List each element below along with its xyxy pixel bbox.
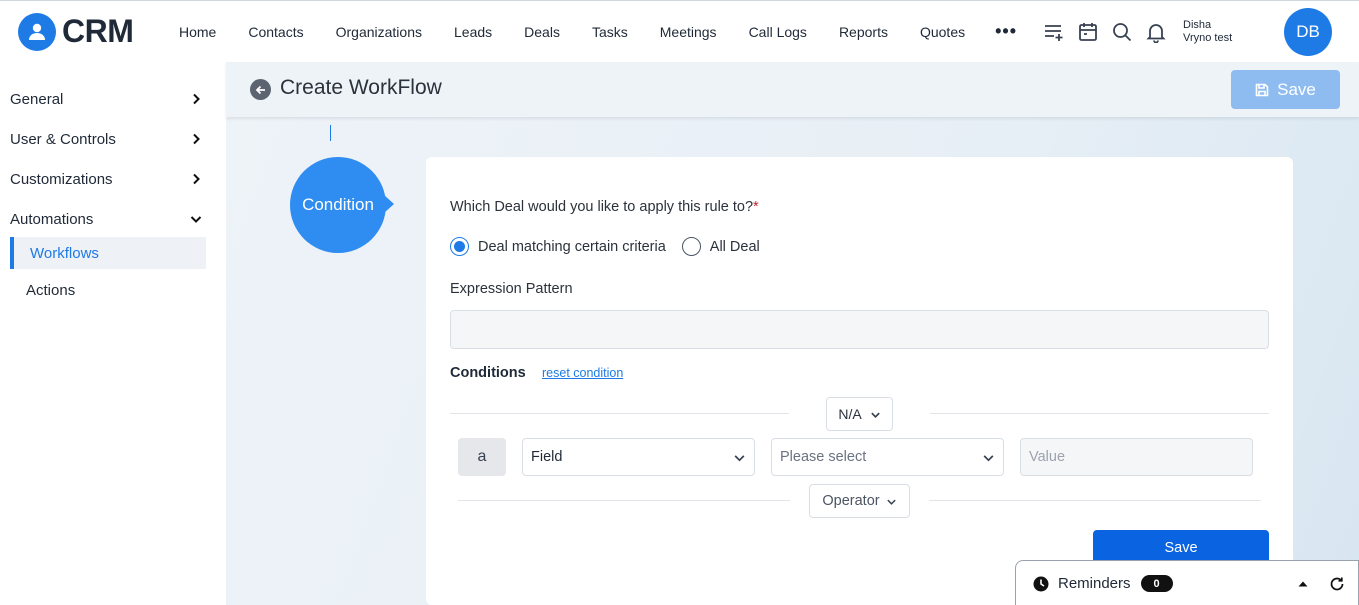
chevron-right-icon (193, 133, 200, 145)
sidebar-item-label: Automations (10, 210, 94, 228)
value-input[interactable]: Value (1020, 438, 1253, 476)
nav-leads[interactable]: Leads (454, 24, 492, 40)
chevron-down-icon (190, 216, 202, 223)
step-pointer (384, 195, 394, 213)
sidebar-item-label: User & Controls (10, 130, 116, 148)
sidebar-item-user-controls[interactable]: User & Controls (10, 125, 206, 153)
logical-operator-label: Operator (822, 493, 880, 509)
join-select-value: N/A (838, 406, 862, 422)
nav-call-logs[interactable]: Call Logs (749, 24, 807, 40)
sidebar-item-general[interactable]: General (10, 85, 206, 113)
radio-matching-criteria-label[interactable]: Deal matching certain criteria (478, 239, 666, 255)
radio-all-deal[interactable] (681, 237, 701, 256)
bell-icon[interactable] (1145, 21, 1167, 43)
nav-tasks[interactable]: Tasks (592, 24, 628, 40)
settings-sidebar: General User & Controls Customizations A… (0, 62, 226, 605)
calendar-icon[interactable] (1077, 21, 1099, 43)
required-mark: * (753, 199, 759, 215)
top-icons: Disha Vryno test (1043, 19, 1232, 45)
user-first-name: Disha (1183, 18, 1212, 31)
flow-connector (330, 125, 331, 141)
logo-text: CRM (62, 13, 134, 49)
nav-quotes[interactable]: Quotes (920, 24, 965, 40)
field-select-value: Field (531, 449, 563, 465)
chevron-right-icon (193, 173, 200, 185)
save-icon (1255, 83, 1269, 96)
save-label: Save (1277, 79, 1316, 99)
nav-home[interactable]: Home (179, 24, 216, 40)
radio-all-deal-label[interactable]: All Deal (710, 239, 760, 255)
more-menu-icon[interactable]: ••• (995, 21, 1017, 42)
user-last-name: Vryno test (1183, 31, 1233, 44)
nav-contacts[interactable]: Contacts (248, 24, 303, 40)
condition-row-label: a (458, 438, 506, 476)
reminders-count-badge: 0 (1140, 575, 1173, 592)
caret-up-icon[interactable] (1297, 579, 1309, 589)
main-nav: Home Contacts Organizations Leads Deals … (179, 21, 1043, 42)
sidebar-item-customizations[interactable]: Customizations (10, 165, 206, 193)
radio-option-all: All Deal (681, 237, 760, 256)
user-name[interactable]: Disha Vryno test (1183, 19, 1232, 45)
logical-operator-select[interactable]: Operator (809, 484, 910, 518)
app-logo[interactable]: CRM (18, 12, 168, 51)
back-button[interactable] (250, 79, 271, 100)
main-content: Create WorkFlow Save Condition Which Dea… (226, 62, 1359, 605)
rule-question: Which Deal would you like to apply this … (450, 199, 759, 215)
sidebar-item-automations[interactable]: Automations (10, 205, 206, 233)
expression-pattern-label: Expression Pattern (450, 281, 573, 297)
divider (458, 500, 790, 501)
page-title: Create WorkFlow (280, 76, 442, 99)
nav-reports[interactable]: Reports (839, 24, 888, 40)
nav-meetings[interactable]: Meetings (660, 24, 717, 40)
divider (929, 500, 1261, 501)
nav-organizations[interactable]: Organizations (336, 24, 422, 40)
search-icon[interactable] (1111, 21, 1133, 43)
sidebar-item-workflows[interactable]: Workflows (10, 237, 206, 269)
avatar[interactable]: DB (1284, 8, 1332, 56)
chevron-right-icon (193, 93, 200, 105)
divider (450, 413, 789, 414)
question-text: Which Deal would you like to apply this … (450, 199, 754, 215)
sidebar-item-actions[interactable]: Actions (26, 274, 222, 306)
page-header: Create WorkFlow Save (226, 62, 1359, 117)
sidebar-item-label: Customizations (10, 170, 113, 188)
sidebar-item-label: General (10, 90, 64, 108)
divider (930, 413, 1269, 414)
add-list-icon[interactable] (1043, 21, 1065, 43)
operator-condition-placeholder: Please select (780, 449, 867, 465)
arrow-left-icon (255, 85, 265, 94)
clock-icon (1033, 576, 1049, 591)
refresh-icon[interactable] (1329, 576, 1345, 592)
logo-icon (18, 12, 56, 51)
top-navbar: CRM Home Contacts Organizations Leads De… (0, 0, 1359, 62)
reminders-label: Reminders (1058, 575, 1131, 592)
condition-card: Which Deal would you like to apply this … (426, 157, 1293, 605)
reminders-panel[interactable]: Reminders 0 (1015, 560, 1359, 605)
radio-matching-criteria[interactable] (450, 237, 469, 256)
chevron-down-icon (870, 412, 880, 418)
chevron-down-icon (734, 454, 745, 461)
header-save-button[interactable]: Save (1231, 70, 1340, 109)
chevron-down-icon (983, 454, 994, 461)
expression-pattern-input[interactable] (450, 310, 1269, 349)
step-condition[interactable]: Condition (290, 157, 386, 253)
operator-condition-select[interactable]: Please select (771, 438, 1004, 476)
reset-condition-link[interactable]: reset condition (542, 366, 623, 380)
chevron-down-icon (886, 499, 896, 505)
scope-radio-group: Deal matching certain criteria All Deal (450, 237, 760, 256)
field-select[interactable]: Field (522, 438, 755, 476)
nav-deals[interactable]: Deals (524, 24, 560, 40)
join-select[interactable]: N/A (826, 397, 893, 431)
conditions-label: Conditions (450, 365, 526, 381)
